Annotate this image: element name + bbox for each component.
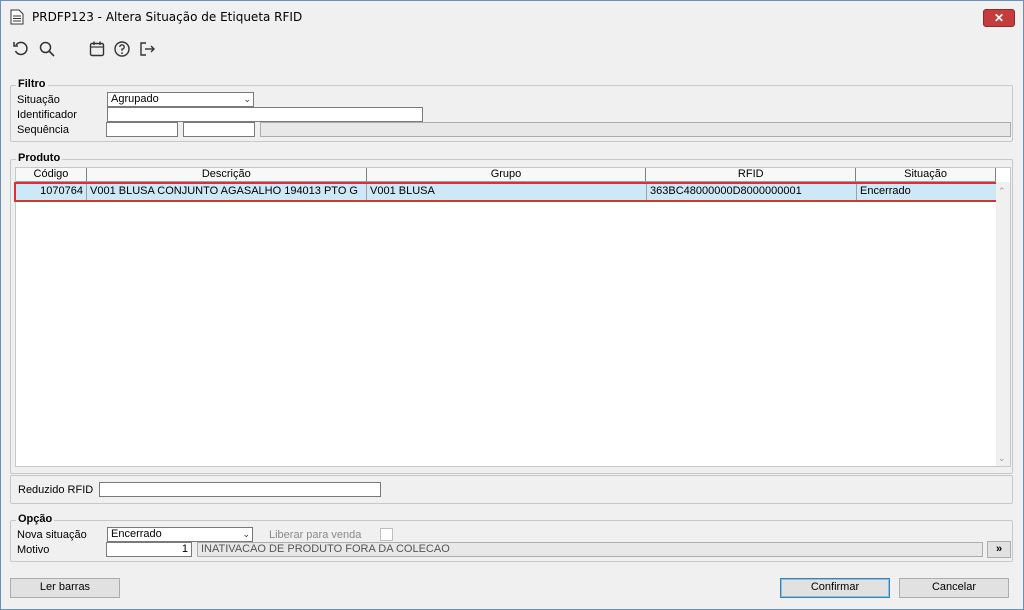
chevron-down-icon[interactable]: ⌄	[998, 453, 1006, 464]
opcao-title: Opção	[16, 513, 55, 525]
situacao-value: Agrupado	[111, 93, 159, 105]
motivo-code-input[interactable]: 1	[106, 542, 192, 557]
produto-table: Código Descrição Grupo RFID Situação 107…	[14, 167, 1011, 467]
main-window: PRDFP123 - Altera Situação de Etiqueta R…	[0, 0, 1024, 610]
nova-situacao-select[interactable]: Encerrado ⌄	[107, 527, 253, 542]
sequencia-from-input[interactable]	[106, 122, 178, 137]
column-header-grupo[interactable]: Grupo	[367, 168, 647, 181]
chevron-up-icon[interactable]: ⌃	[998, 186, 1006, 197]
vertical-scrollbar[interactable]: ⌃ ⌄	[996, 182, 1010, 466]
search-icon[interactable]	[37, 38, 57, 60]
column-header-codigo[interactable]: Código	[16, 168, 87, 181]
title-bar: PRDFP123 - Altera Situação de Etiqueta R…	[1, 1, 1023, 32]
sequencia-label: Sequência	[17, 124, 69, 136]
chevron-down-icon: ⌄	[243, 94, 251, 104]
cell-codigo: 1070764	[16, 184, 87, 200]
motivo-lookup-button[interactable]: »	[987, 541, 1011, 558]
table-row[interactable]: 1070764 V001 BLUSA CONJUNTO AGASALHO 194…	[14, 182, 999, 202]
cell-grupo: V001 BLUSA	[367, 184, 647, 200]
situacao-label: Situação	[17, 94, 60, 106]
document-icon	[10, 9, 24, 25]
cell-rfid: 363BC48000000D8000000001	[647, 184, 857, 200]
ler-barras-button[interactable]: Ler barras	[10, 578, 120, 598]
toolbar	[9, 38, 1015, 60]
close-button[interactable]: ✕	[983, 9, 1015, 27]
sequencia-to-input[interactable]	[183, 122, 255, 137]
calendar-icon[interactable]	[87, 38, 107, 60]
liberar-venda-checkbox[interactable]	[380, 528, 393, 541]
identificador-label: Identificador	[17, 109, 77, 121]
refresh-icon[interactable]	[11, 38, 31, 60]
motivo-description-field: INATIVACAO DE PRODUTO FORA DA COLECAO	[197, 542, 983, 557]
help-icon[interactable]	[112, 38, 132, 60]
motivo-label: Motivo	[17, 544, 50, 556]
situacao-select[interactable]: Agrupado ⌄	[107, 92, 254, 107]
column-header-rfid[interactable]: RFID	[646, 168, 857, 181]
nova-situacao-label: Nova situação	[17, 529, 87, 541]
sequencia-info-field	[260, 122, 1011, 137]
filtro-title: Filtro	[16, 78, 48, 90]
confirmar-button[interactable]: Confirmar	[780, 578, 890, 598]
reduzido-label: Reduzido RFID	[18, 484, 94, 496]
identificador-input[interactable]	[107, 107, 423, 122]
reduzido-rfid-input[interactable]	[99, 482, 381, 497]
produto-title: Produto	[16, 152, 63, 164]
window-title: PRDFP123 - Altera Situação de Etiqueta R…	[32, 9, 303, 24]
nova-situacao-value: Encerrado	[111, 528, 162, 540]
cancelar-button[interactable]: Cancelar	[899, 578, 1009, 598]
column-header-descricao[interactable]: Descrição	[87, 168, 367, 181]
cell-descricao: V001 BLUSA CONJUNTO AGASALHO 194013 PTO …	[87, 184, 367, 200]
exit-icon[interactable]	[137, 38, 157, 60]
chevron-down-icon: ⌄	[242, 529, 250, 539]
cell-situacao: Encerrado	[860, 185, 911, 197]
table-header: Código Descrição Grupo RFID Situação	[16, 168, 996, 182]
liberar-venda-label: Liberar para venda	[269, 529, 362, 541]
column-header-situacao[interactable]: Situação	[856, 168, 996, 181]
